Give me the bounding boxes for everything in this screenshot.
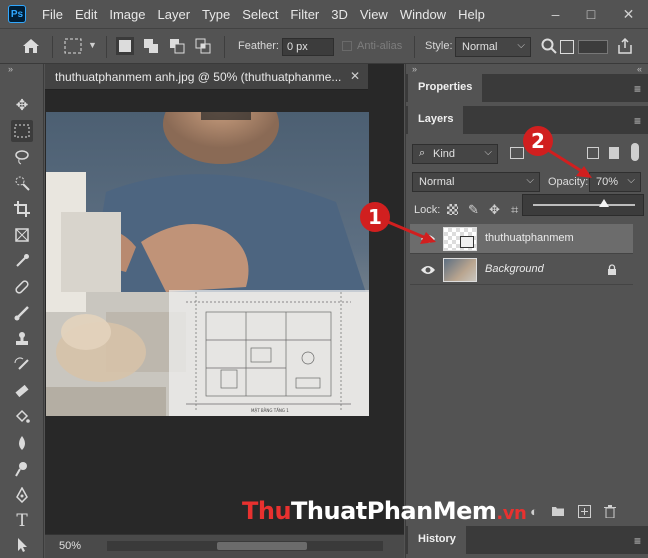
callout-badge-2: 2 [523,126,553,156]
watermark: ThuThuatPhanMem.vn [242,497,527,525]
callout-arrows [387,148,592,244]
callout-badge-1: 1 [360,202,390,232]
